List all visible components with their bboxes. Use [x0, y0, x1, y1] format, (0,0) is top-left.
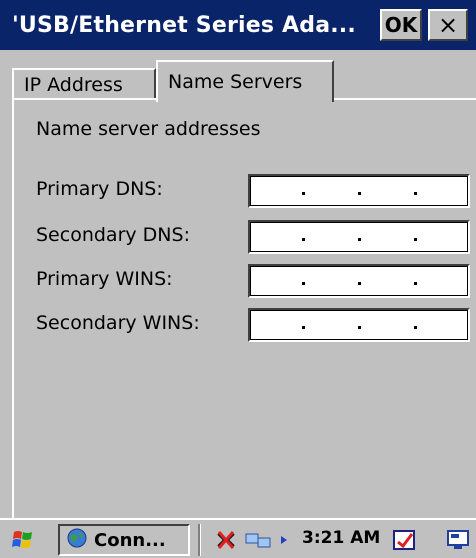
network-globe-icon	[66, 527, 88, 554]
ip-separator-dot	[358, 192, 361, 195]
task-button-connections[interactable]: Conn...	[58, 524, 190, 556]
ip-separator-dot	[414, 192, 417, 195]
secondary-wins-label: Secondary WINS:	[36, 312, 200, 334]
ok-button[interactable]: OK	[380, 9, 422, 41]
secondary-wins-input[interactable]	[248, 308, 470, 342]
network-disconnected-icon[interactable]	[214, 528, 238, 552]
ip-separator-dot	[358, 282, 361, 285]
ip-separator-dot	[358, 326, 361, 329]
primary-dns-label: Primary DNS:	[36, 178, 163, 200]
title-bar: 'USB/Ethernet Series Ada... OK ×	[0, 0, 476, 50]
primary-wins-label: Primary WINS:	[36, 268, 173, 290]
close-icon: ×	[437, 11, 459, 39]
ip-separator-dot	[414, 326, 417, 329]
ip-separator-dot	[414, 238, 417, 241]
window-title: 'USB/Ethernet Series Ada...	[12, 12, 356, 38]
tab-label: IP Address	[24, 74, 123, 96]
secondary-dns-label: Secondary DNS:	[36, 224, 190, 246]
tab-strip: IP Address Name Servers	[0, 56, 476, 102]
ip-separator-dot	[302, 326, 305, 329]
clock[interactable]: 3:21 AM	[302, 528, 380, 548]
tab-ip-address[interactable]: IP Address	[12, 68, 156, 100]
tab-label: Name Servers	[168, 71, 303, 93]
taskbar: Conn... 3:21 AM	[0, 518, 476, 558]
close-button[interactable]: ×	[428, 9, 468, 41]
task-button-label: Conn...	[94, 529, 166, 551]
desktop-toggle-icon[interactable]	[446, 528, 470, 552]
ip-separator-dot	[302, 192, 305, 195]
arrow-right-icon	[278, 528, 290, 552]
windows-flag-icon[interactable]	[10, 528, 36, 552]
section-heading: Name server addresses	[36, 118, 261, 140]
tray-divider	[198, 524, 201, 556]
network-computers-icon[interactable]	[244, 528, 271, 552]
tab-name-servers[interactable]: Name Servers	[156, 60, 334, 102]
primary-wins-input[interactable]	[248, 264, 470, 298]
ip-separator-dot	[302, 282, 305, 285]
ip-separator-dot	[414, 282, 417, 285]
secondary-dns-input[interactable]	[248, 220, 470, 254]
ip-separator-dot	[358, 238, 361, 241]
ip-separator-dot	[302, 238, 305, 241]
primary-dns-input[interactable]	[248, 174, 470, 208]
sip-input-icon[interactable]	[392, 528, 416, 552]
